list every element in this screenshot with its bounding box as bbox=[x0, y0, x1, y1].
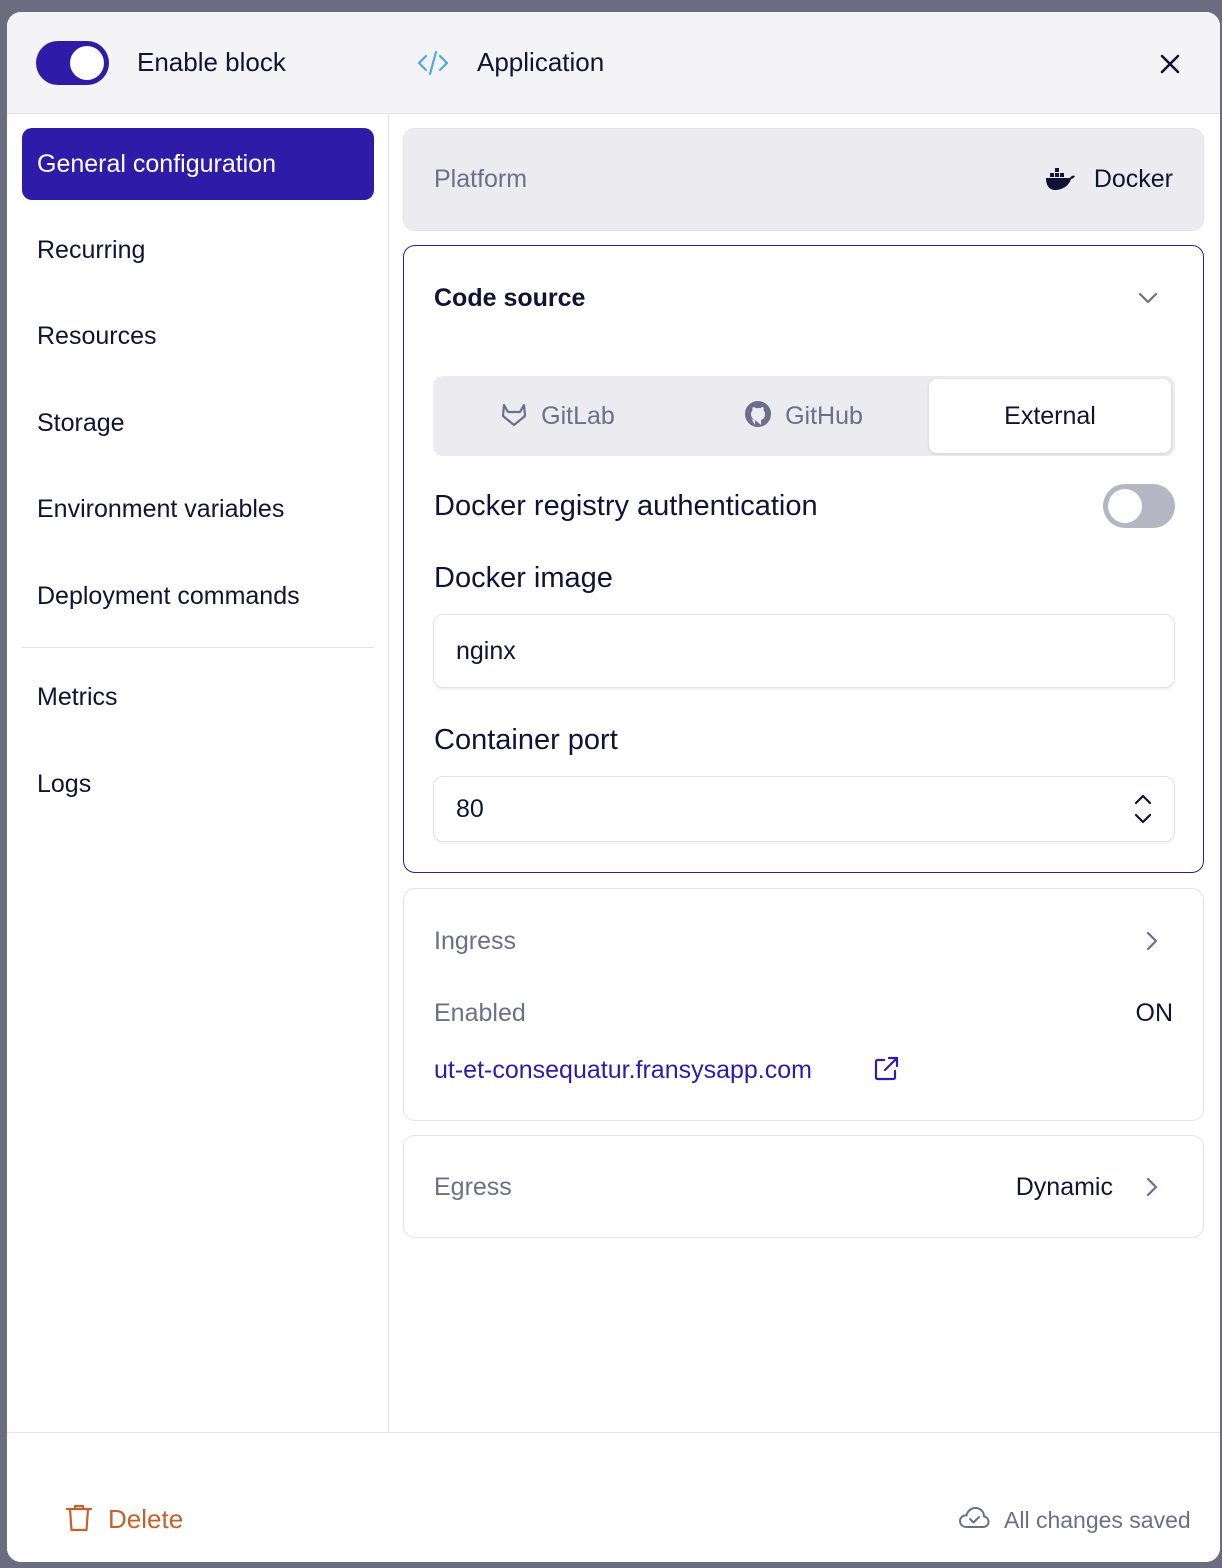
panel-footer: Delete All changes saved bbox=[7, 1432, 1220, 1562]
enable-block-label: Enable block bbox=[137, 47, 286, 77]
egress-card[interactable]: Egress Dynamic bbox=[403, 1135, 1204, 1238]
sidebar-divider bbox=[22, 647, 374, 648]
enable-block-toggle[interactable] bbox=[36, 41, 109, 85]
sidebar-item-metrics[interactable]: Metrics bbox=[22, 661, 374, 733]
ingress-card[interactable]: Ingress Enabled ON ut-et-consequatur.fra… bbox=[403, 888, 1204, 1121]
ingress-url-link[interactable]: ut-et-consequatur.fransysapp.com bbox=[434, 1056, 812, 1085]
panel-header: Enable block Application bbox=[7, 12, 1220, 114]
port-stepper-icon[interactable] bbox=[1128, 787, 1158, 831]
docker-icon bbox=[1046, 168, 1075, 190]
panel-title: Application bbox=[477, 47, 605, 77]
save-status: All changes saved bbox=[1004, 1507, 1191, 1533]
egress-title: Egress bbox=[434, 1173, 512, 1201]
sidebar-item-resources[interactable]: Resources bbox=[22, 300, 374, 372]
code-source-title: Code source bbox=[434, 284, 586, 312]
chevron-right-icon[interactable] bbox=[1140, 929, 1164, 953]
tab-external[interactable]: External bbox=[929, 379, 1171, 453]
external-link-icon[interactable] bbox=[872, 1055, 900, 1083]
platform-label: Platform bbox=[434, 165, 528, 193]
gitlab-icon bbox=[502, 404, 527, 427]
sidebar-item-general-configuration[interactable]: General configuration bbox=[22, 128, 374, 200]
toggle-knob bbox=[70, 46, 104, 80]
application-panel: Enable block Application General configu… bbox=[7, 12, 1220, 1562]
toggle-knob bbox=[1108, 489, 1142, 523]
container-port-label: Container port bbox=[434, 724, 618, 756]
delete-button[interactable]: Delete bbox=[108, 1504, 183, 1535]
docker-image-label: Docker image bbox=[434, 562, 613, 594]
chevron-down-icon[interactable] bbox=[1136, 286, 1160, 310]
tab-github[interactable]: GitHub bbox=[682, 379, 924, 453]
sidebar-nav: General configuration Recurring Resource… bbox=[7, 114, 389, 1432]
trash-icon[interactable] bbox=[65, 1503, 93, 1533]
sidebar-item-logs[interactable]: Logs bbox=[22, 748, 374, 820]
registry-auth-label: Docker registry authentication bbox=[434, 490, 818, 522]
egress-value: Dynamic bbox=[1015, 1173, 1113, 1201]
ingress-enabled-label: Enabled bbox=[434, 999, 526, 1027]
code-source-tabs: GitLab GitHub External bbox=[433, 376, 1175, 456]
code-source-card: Code source GitLab GitHub External Docke… bbox=[403, 245, 1204, 873]
tab-github-label: GitHub bbox=[785, 402, 863, 430]
code-icon bbox=[417, 50, 449, 76]
sidebar-item-environment-variables[interactable]: Environment variables bbox=[22, 473, 374, 545]
ingress-enabled-value: ON bbox=[1135, 999, 1174, 1027]
sidebar-item-storage[interactable]: Storage bbox=[22, 387, 374, 459]
chevron-right-icon[interactable] bbox=[1140, 1175, 1164, 1199]
docker-image-input[interactable] bbox=[433, 614, 1175, 688]
ingress-title: Ingress bbox=[434, 927, 516, 955]
sidebar-item-recurring[interactable]: Recurring bbox=[22, 214, 374, 286]
cloud-check-icon bbox=[959, 1507, 990, 1528]
platform-value: Docker bbox=[1093, 165, 1173, 193]
container-port-input[interactable] bbox=[433, 776, 1175, 842]
tab-gitlab-label: GitLab bbox=[541, 402, 615, 430]
tab-gitlab[interactable]: GitLab bbox=[436, 379, 678, 453]
github-icon bbox=[745, 401, 772, 428]
platform-card: Platform Docker bbox=[403, 128, 1204, 231]
sidebar-item-deployment-commands[interactable]: Deployment commands bbox=[22, 560, 374, 632]
registry-auth-toggle[interactable] bbox=[1103, 484, 1175, 528]
close-icon[interactable] bbox=[1155, 49, 1185, 79]
